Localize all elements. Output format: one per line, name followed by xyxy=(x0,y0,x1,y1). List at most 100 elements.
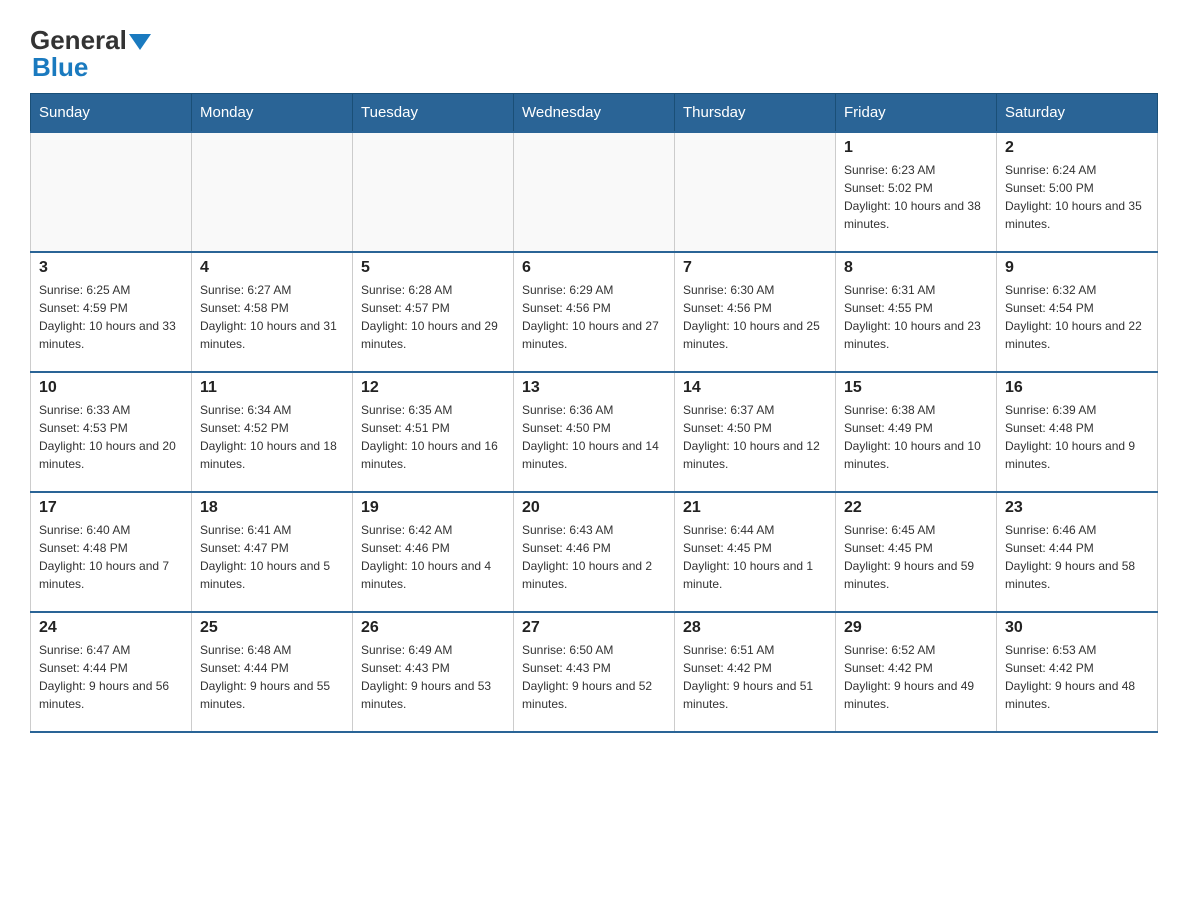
calendar-cell: 10 Sunrise: 6:33 AM Sunset: 4:53 PM Dayli… xyxy=(31,372,192,492)
day-info: Sunrise: 6:38 AM Sunset: 4:49 PM Dayligh… xyxy=(844,401,988,473)
day-number: 28 xyxy=(683,619,827,637)
day-info: Sunrise: 6:35 AM Sunset: 4:51 PM Dayligh… xyxy=(361,401,505,473)
day-info: Sunrise: 6:44 AM Sunset: 4:45 PM Dayligh… xyxy=(683,521,827,593)
day-info: Sunrise: 6:28 AM Sunset: 4:57 PM Dayligh… xyxy=(361,281,505,353)
day-info: Sunrise: 6:29 AM Sunset: 4:56 PM Dayligh… xyxy=(522,281,666,353)
calendar-cell: 7 Sunrise: 6:30 AM Sunset: 4:56 PM Daylig… xyxy=(675,252,836,372)
calendar-header-sunday: Sunday xyxy=(31,94,192,133)
calendar-cell: 14 Sunrise: 6:37 AM Sunset: 4:50 PM Dayli… xyxy=(675,372,836,492)
day-number: 9 xyxy=(1005,259,1149,277)
day-number: 8 xyxy=(844,259,988,277)
logo-blue-text: Blue xyxy=(32,52,88,83)
calendar-cell: 13Sunrise: 6:36 AM Sunset: 4:50 PM Dayli… xyxy=(514,372,675,492)
day-info: Sunrise: 6:34 AM Sunset: 4:52 PM Dayligh… xyxy=(200,401,344,473)
day-number: 2 xyxy=(1005,139,1149,157)
calendar-cell: 28 Sunrise: 6:51 AM Sunset: 4:42 PM Dayli… xyxy=(675,612,836,732)
day-number: 7 xyxy=(683,259,827,277)
day-info: Sunrise: 6:25 AM Sunset: 4:59 PM Dayligh… xyxy=(39,281,183,353)
day-number: 15 xyxy=(844,379,988,397)
day-number: 5 xyxy=(361,259,505,277)
calendar-cell: 25 Sunrise: 6:48 AM Sunset: 4:44 PM Dayli… xyxy=(192,612,353,732)
calendar-cell xyxy=(675,132,836,252)
calendar-cell: 27 Sunrise: 6:50 AM Sunset: 4:43 PM Dayli… xyxy=(514,612,675,732)
calendar-cell: 29 Sunrise: 6:52 AM Sunset: 4:42 PM Dayli… xyxy=(836,612,997,732)
day-number: 11 xyxy=(200,379,344,397)
page-header: General Blue xyxy=(30,20,1158,83)
day-info: Sunrise: 6:46 AM Sunset: 4:44 PM Dayligh… xyxy=(1005,521,1149,593)
calendar-cell: 18 Sunrise: 6:41 AM Sunset: 4:47 PM Dayli… xyxy=(192,492,353,612)
calendar-cell: 19 Sunrise: 6:42 AM Sunset: 4:46 PM Dayli… xyxy=(353,492,514,612)
calendar-cell: 30Sunrise: 6:53 AM Sunset: 4:42 PM Dayli… xyxy=(997,612,1158,732)
day-info: Sunrise: 6:36 AM Sunset: 4:50 PM Dayligh… xyxy=(522,401,666,473)
calendar-header-monday: Monday xyxy=(192,94,353,133)
day-info: Sunrise: 6:39 AM Sunset: 4:48 PM Dayligh… xyxy=(1005,401,1149,473)
calendar-header-saturday: Saturday xyxy=(997,94,1158,133)
calendar-cell xyxy=(31,132,192,252)
day-number: 21 xyxy=(683,499,827,517)
calendar-week-row: 10 Sunrise: 6:33 AM Sunset: 4:53 PM Dayli… xyxy=(31,372,1158,492)
logo: General Blue xyxy=(30,20,151,83)
day-number: 14 xyxy=(683,379,827,397)
calendar-cell: 23 Sunrise: 6:46 AM Sunset: 4:44 PM Dayli… xyxy=(997,492,1158,612)
day-number: 29 xyxy=(844,619,988,637)
calendar-header-thursday: Thursday xyxy=(675,94,836,133)
day-number: 24 xyxy=(39,619,183,637)
logo-triangle-icon xyxy=(129,32,151,52)
day-info: Sunrise: 6:45 AM Sunset: 4:45 PM Dayligh… xyxy=(844,521,988,593)
day-info: Sunrise: 6:37 AM Sunset: 4:50 PM Dayligh… xyxy=(683,401,827,473)
calendar-header-row: SundayMondayTuesdayWednesdayThursdayFrid… xyxy=(31,94,1158,133)
day-info: Sunrise: 6:42 AM Sunset: 4:46 PM Dayligh… xyxy=(361,521,505,593)
day-number: 23 xyxy=(1005,499,1149,517)
calendar-cell: 8Sunrise: 6:31 AM Sunset: 4:55 PM Daylig… xyxy=(836,252,997,372)
calendar-cell: 16 Sunrise: 6:39 AM Sunset: 4:48 PM Dayli… xyxy=(997,372,1158,492)
day-number: 16 xyxy=(1005,379,1149,397)
day-number: 18 xyxy=(200,499,344,517)
calendar-week-row: 17 Sunrise: 6:40 AM Sunset: 4:48 PM Dayli… xyxy=(31,492,1158,612)
calendar-header-friday: Friday xyxy=(836,94,997,133)
day-info: Sunrise: 6:43 AM Sunset: 4:46 PM Dayligh… xyxy=(522,521,666,593)
day-number: 10 xyxy=(39,379,183,397)
calendar-cell xyxy=(192,132,353,252)
calendar-cell: 9 Sunrise: 6:32 AM Sunset: 4:54 PM Daylig… xyxy=(997,252,1158,372)
calendar-cell: 17 Sunrise: 6:40 AM Sunset: 4:48 PM Dayli… xyxy=(31,492,192,612)
calendar-cell: 20 Sunrise: 6:43 AM Sunset: 4:46 PM Dayli… xyxy=(514,492,675,612)
day-info: Sunrise: 6:48 AM Sunset: 4:44 PM Dayligh… xyxy=(200,641,344,713)
calendar-cell: 22 Sunrise: 6:45 AM Sunset: 4:45 PM Dayli… xyxy=(836,492,997,612)
day-info: Sunrise: 6:52 AM Sunset: 4:42 PM Dayligh… xyxy=(844,641,988,713)
calendar-cell: 26Sunrise: 6:49 AM Sunset: 4:43 PM Dayli… xyxy=(353,612,514,732)
calendar-cell xyxy=(353,132,514,252)
day-info: Sunrise: 6:32 AM Sunset: 4:54 PM Dayligh… xyxy=(1005,281,1149,353)
day-number: 4 xyxy=(200,259,344,277)
calendar-cell: 3 Sunrise: 6:25 AM Sunset: 4:59 PM Daylig… xyxy=(31,252,192,372)
day-info: Sunrise: 6:50 AM Sunset: 4:43 PM Dayligh… xyxy=(522,641,666,713)
calendar-week-row: 3 Sunrise: 6:25 AM Sunset: 4:59 PM Daylig… xyxy=(31,252,1158,372)
calendar-cell: 24Sunrise: 6:47 AM Sunset: 4:44 PM Dayli… xyxy=(31,612,192,732)
day-info: Sunrise: 6:23 AM Sunset: 5:02 PM Dayligh… xyxy=(844,161,988,233)
calendar-cell: 21 Sunrise: 6:44 AM Sunset: 4:45 PM Dayli… xyxy=(675,492,836,612)
day-info: Sunrise: 6:24 AM Sunset: 5:00 PM Dayligh… xyxy=(1005,161,1149,233)
calendar-cell: 12Sunrise: 6:35 AM Sunset: 4:51 PM Dayli… xyxy=(353,372,514,492)
calendar-cell: 6 Sunrise: 6:29 AM Sunset: 4:56 PM Daylig… xyxy=(514,252,675,372)
day-info: Sunrise: 6:51 AM Sunset: 4:42 PM Dayligh… xyxy=(683,641,827,713)
calendar-header-wednesday: Wednesday xyxy=(514,94,675,133)
calendar-cell: 5 Sunrise: 6:28 AM Sunset: 4:57 PM Daylig… xyxy=(353,252,514,372)
day-number: 27 xyxy=(522,619,666,637)
day-info: Sunrise: 6:41 AM Sunset: 4:47 PM Dayligh… xyxy=(200,521,344,593)
day-info: Sunrise: 6:40 AM Sunset: 4:48 PM Dayligh… xyxy=(39,521,183,593)
day-info: Sunrise: 6:33 AM Sunset: 4:53 PM Dayligh… xyxy=(39,401,183,473)
day-number: 30 xyxy=(1005,619,1149,637)
calendar-header-tuesday: Tuesday xyxy=(353,94,514,133)
calendar-cell: 4Sunrise: 6:27 AM Sunset: 4:58 PM Daylig… xyxy=(192,252,353,372)
day-info: Sunrise: 6:30 AM Sunset: 4:56 PM Dayligh… xyxy=(683,281,827,353)
day-number: 20 xyxy=(522,499,666,517)
day-number: 22 xyxy=(844,499,988,517)
day-number: 3 xyxy=(39,259,183,277)
day-number: 6 xyxy=(522,259,666,277)
day-number: 1 xyxy=(844,139,988,157)
calendar-table: SundayMondayTuesdayWednesdayThursdayFrid… xyxy=(30,93,1158,733)
day-number: 25 xyxy=(200,619,344,637)
day-number: 19 xyxy=(361,499,505,517)
calendar-cell: 1 Sunrise: 6:23 AM Sunset: 5:02 PM Daylig… xyxy=(836,132,997,252)
day-number: 26 xyxy=(361,619,505,637)
day-number: 17 xyxy=(39,499,183,517)
